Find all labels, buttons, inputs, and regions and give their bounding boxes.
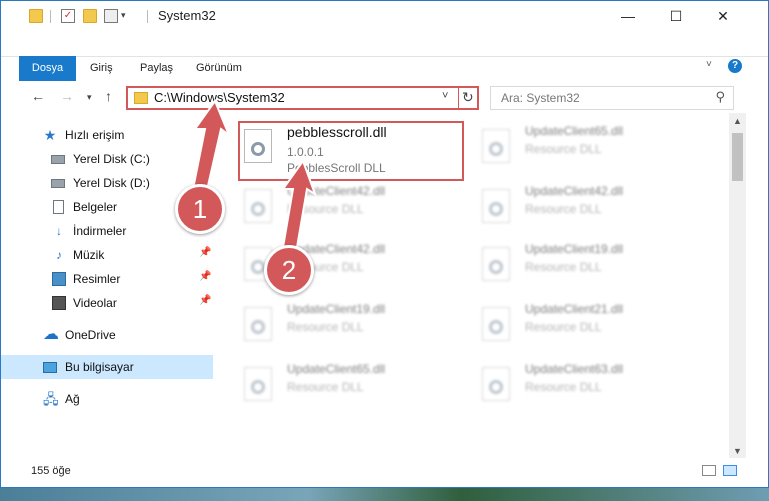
desktop-background bbox=[0, 488, 769, 501]
annotation-arrows bbox=[189, 98, 317, 260]
file-explorer-window: ✓ ▾ System32 — ☐ ✕ Dosya Giriş Paylaş Gö… bbox=[0, 0, 769, 488]
step-1-badge: 1 bbox=[175, 184, 225, 234]
step-2-badge: 2 bbox=[264, 245, 314, 295]
